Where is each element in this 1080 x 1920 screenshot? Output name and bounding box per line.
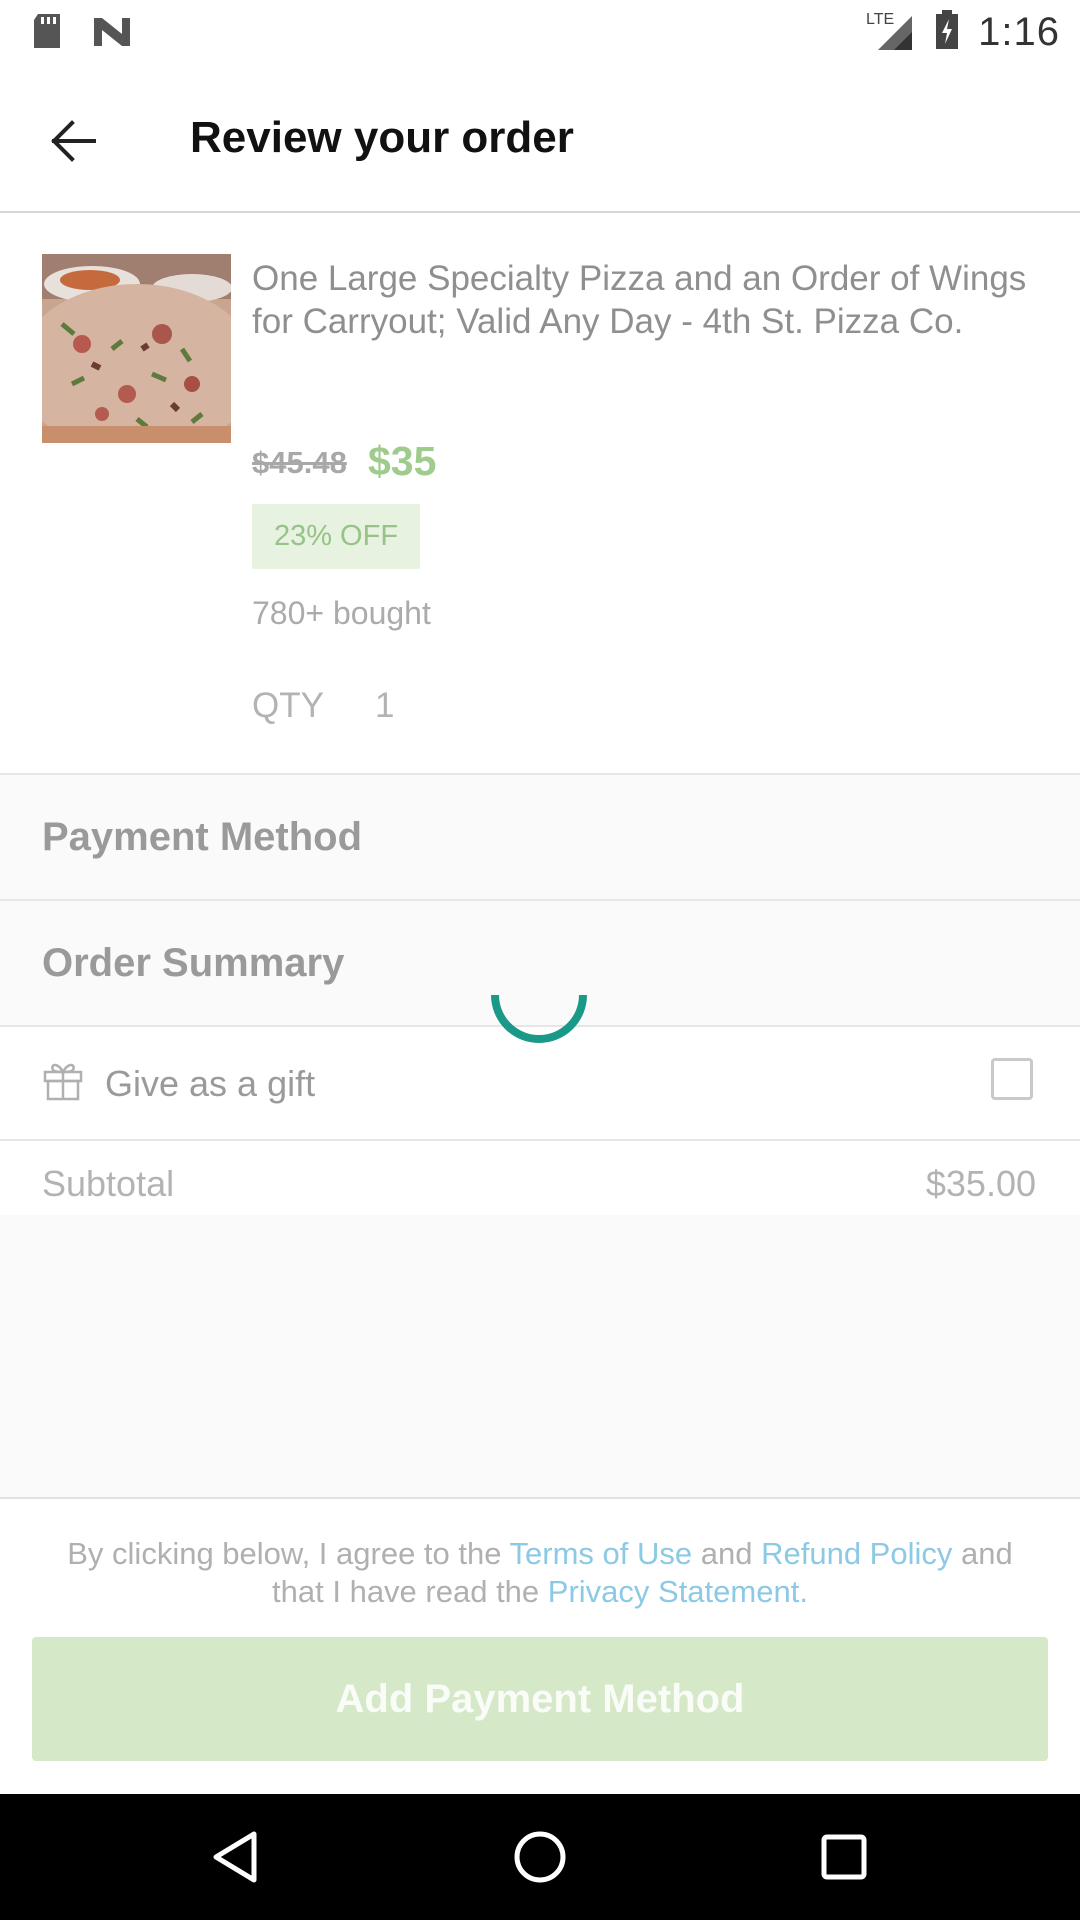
svg-text:LTE: LTE <box>866 11 894 28</box>
lte-signal-icon: LTE <box>866 8 916 57</box>
original-price: $45.48 <box>252 445 347 480</box>
order-summary-heading: Order Summary <box>42 941 345 985</box>
subtotal-value: $35.00 <box>925 1163 1036 1204</box>
subtotal-label: Subtotal <box>42 1163 175 1204</box>
sd-card-icon <box>30 12 64 55</box>
system-nav-bar <box>0 1794 1080 1920</box>
status-bar: LTE 1:16 <box>0 0 1080 63</box>
checkout-footer: By clicking below, I agree to the Terms … <box>0 1497 1080 1796</box>
battery-charging-icon <box>934 10 960 55</box>
terms-of-use-link[interactable]: Terms of Use <box>510 1536 693 1571</box>
payment-method-section[interactable]: Payment Method <box>0 775 1080 901</box>
nav-recents-button[interactable] <box>809 1822 879 1892</box>
qty-label: QTY <box>252 686 324 725</box>
gift-icon <box>42 1059 84 1106</box>
nav-home-icon <box>514 1831 566 1883</box>
status-time: 1:16 <box>978 10 1060 54</box>
bought-count: 780+ bought <box>252 595 431 631</box>
n-logo-icon <box>92 14 132 53</box>
add-payment-method-button[interactable]: Add Payment Method <box>32 1637 1048 1761</box>
payment-method-heading: Payment Method <box>42 815 363 859</box>
back-button[interactable] <box>36 103 112 179</box>
legal-text: By clicking below, I agree to the Terms … <box>67 1536 1013 1609</box>
content-background <box>0 1215 1080 1497</box>
discount-badge: 23% OFF <box>252 504 420 569</box>
loading-spinner <box>486 950 592 1056</box>
product-image[interactable] <box>42 254 231 443</box>
arrow-back-icon <box>51 120 96 162</box>
gift-checkbox[interactable] <box>991 1058 1033 1100</box>
nav-back-icon <box>213 1831 257 1883</box>
sale-price: $35 <box>368 438 437 484</box>
nav-back-button[interactable] <box>200 1822 270 1892</box>
refund-policy-link[interactable]: Refund Policy <box>761 1536 952 1571</box>
nav-home-button[interactable] <box>505 1822 575 1892</box>
product-title[interactable]: One Large Specialty Pizza and an Order o… <box>252 257 1052 343</box>
gift-label: Give as a gift <box>105 1063 316 1104</box>
privacy-statement-link[interactable]: Privacy Statement <box>548 1574 800 1609</box>
product-card: One Large Specialty Pizza and an Order o… <box>0 213 1080 775</box>
nav-recents-icon <box>821 1834 867 1880</box>
qty-value[interactable]: 1 <box>375 686 394 726</box>
page-title: Review your order <box>190 113 574 162</box>
subtotal-row: Subtotal $35.00 <box>0 1141 1080 1215</box>
app-bar: Review your order <box>0 63 1080 213</box>
